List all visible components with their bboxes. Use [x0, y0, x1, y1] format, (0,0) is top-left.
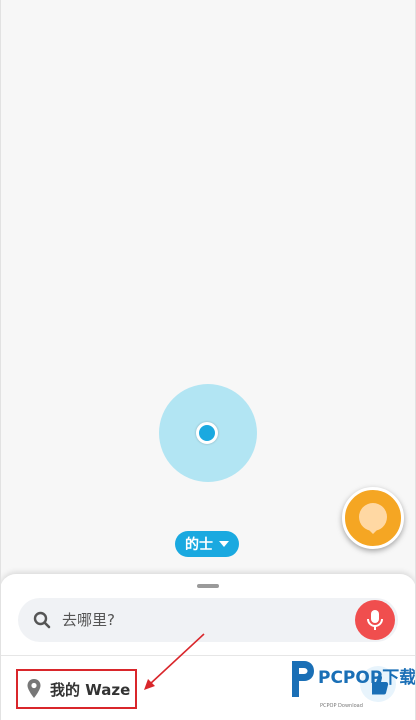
search-bar[interactable] — [18, 598, 398, 642]
search-icon — [33, 611, 51, 629]
watermark: PCPOP下载 PCPOP Download — [288, 655, 416, 717]
watermark-sub: PCPOP Download — [320, 703, 363, 709]
waze-smiley-icon — [359, 503, 387, 534]
current-location-dot — [196, 422, 218, 444]
my-waze-button[interactable]: 我的 Waze — [16, 669, 137, 709]
map-view[interactable]: 的士 — [0, 0, 416, 600]
microphone-icon — [367, 610, 383, 630]
watermark-brand: PCPOP下载 — [318, 668, 416, 688]
voice-search-button[interactable] — [355, 600, 395, 640]
my-waze-label: 我的 Waze — [50, 680, 131, 699]
chevron-down-icon — [219, 541, 229, 547]
report-button[interactable] — [342, 487, 404, 549]
sheet-drag-handle[interactable] — [197, 584, 219, 588]
pcpop-logo-icon — [292, 661, 314, 697]
transport-mode-label: 的士 — [185, 537, 213, 553]
search-input[interactable] — [62, 598, 342, 642]
map-pin-icon — [27, 679, 41, 698]
transport-mode-selector[interactable]: 的士 — [175, 531, 239, 557]
